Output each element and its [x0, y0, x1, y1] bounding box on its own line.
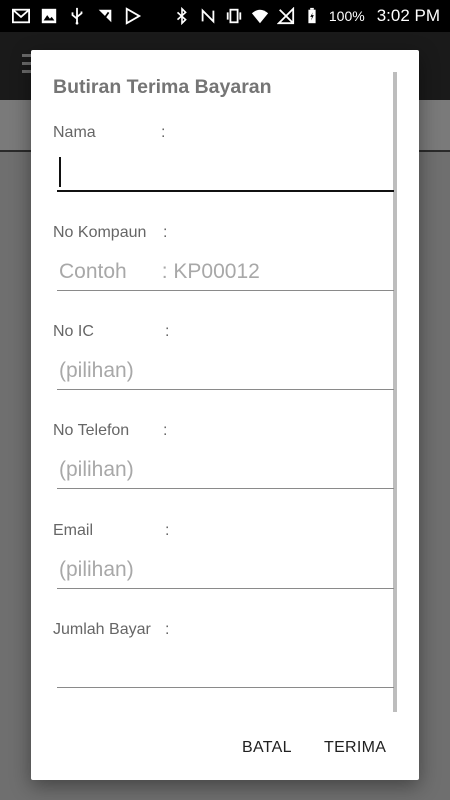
jumlah-bayar-colon: : [165, 621, 170, 638]
text-caret [59, 157, 61, 187]
nama-input[interactable] [57, 154, 394, 192]
email-colon: : [165, 522, 170, 539]
no-telefon-input[interactable] [57, 452, 394, 489]
jumlah-bayar-label: Jumlah Bayar [53, 621, 151, 638]
no-kompaun-label: No Kompaun [53, 224, 147, 241]
no-ic-label: No IC [53, 323, 94, 340]
bluetooth-icon [173, 7, 191, 25]
no-kompaun-input[interactable] [57, 254, 394, 291]
play-store-icon [124, 7, 142, 25]
clock: 3:02 PM [376, 6, 440, 25]
vibrate-icon [225, 7, 243, 25]
no-telefon-colon: : [163, 422, 168, 439]
wifi-icon [251, 7, 269, 25]
battery-icon [303, 7, 321, 25]
nama-label: Nama [53, 124, 96, 141]
no-telefon-label: No Telefon [53, 422, 130, 439]
usb-icon [68, 7, 86, 25]
no-ic-input[interactable] [57, 353, 394, 390]
payment-details-dialog: Butiran Terima Bayaran Nama : No Kompaun… [31, 50, 419, 780]
no-ic-colon: : [165, 323, 170, 340]
battery-level: 100% [328, 8, 365, 24]
accept-button[interactable]: TERIMA [318, 735, 392, 761]
dialog-title: Butiran Terima Bayaran [53, 76, 272, 98]
email-input[interactable] [57, 552, 394, 589]
gmail-icon [12, 7, 30, 25]
email-label: Email [53, 522, 94, 539]
nfc-icon [199, 7, 217, 25]
nama-colon: : [161, 124, 166, 141]
image-icon [40, 7, 58, 25]
no-signal-icon [276, 7, 295, 25]
status-bar: 100% 3:02 PM [0, 0, 450, 32]
download-icon [96, 7, 114, 25]
cancel-button[interactable]: BATAL [236, 735, 298, 761]
jumlah-bayar-input[interactable] [57, 651, 394, 688]
no-kompaun-colon: : [163, 224, 168, 241]
